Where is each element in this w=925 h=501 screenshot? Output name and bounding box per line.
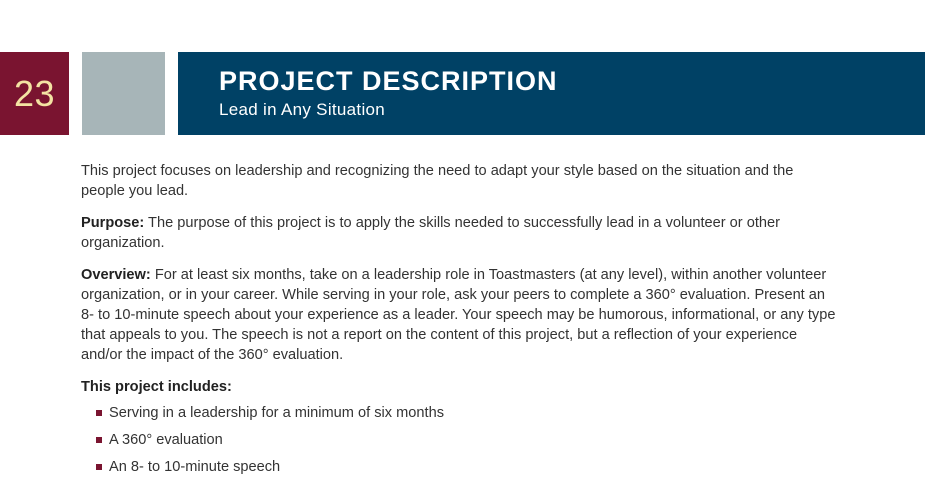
list-item: A 360° evaluation [81,430,841,450]
square-bullet-icon [96,464,102,470]
decorative-gray-block [82,52,165,135]
includes-list: Serving in a leadership for a minimum of… [81,403,841,477]
square-bullet-icon [96,437,102,443]
purpose-text: The purpose of this project is to apply … [81,215,780,251]
overview-label: Overview: [81,267,151,283]
page-subtitle: Lead in Any Situation [219,100,386,119]
header-bar: PROJECT DESCRIPTION Lead in Any Situatio… [178,52,925,135]
purpose-label: Purpose: [81,215,145,231]
overview-paragraph: Overview: For at least six months, take … [81,265,841,365]
page-number: 23 [13,72,56,114]
list-item-text: An 8- to 10-minute speech [109,459,281,475]
page-title: PROJECT DESCRIPTION [219,66,558,96]
square-bullet-icon [96,410,102,416]
list-item-text: A 360° evaluation [109,432,223,448]
purpose-paragraph: Purpose: The purpose of this project is … [81,213,841,253]
list-item: Serving in a leadership for a minimum of… [81,403,841,423]
overview-text: For at least six months, take on a leade… [81,267,836,363]
list-item-text: Serving in a leadership for a minimum of… [109,405,444,421]
list-item: An 8- to 10-minute speech [81,457,841,477]
project-description-body: This project focuses on leadership and r… [81,161,841,484]
intro-paragraph: This project focuses on leadership and r… [81,163,794,199]
includes-heading: This project includes: [81,379,232,395]
page-number-box: 23 [0,52,69,135]
